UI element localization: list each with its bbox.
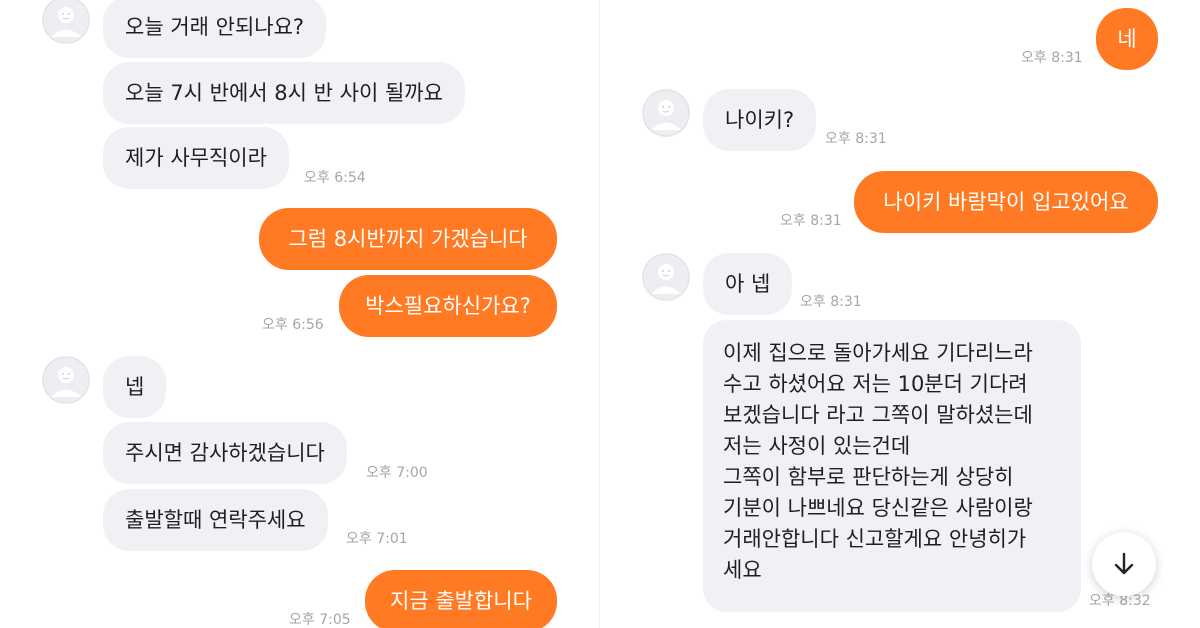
message-bubble-incoming[interactable]: 넵	[103, 356, 167, 418]
message-bubble-incoming[interactable]: 주시면 감사하겠습니다	[103, 422, 347, 484]
message-line: 저는 사정이 있는건데	[723, 434, 911, 458]
message-bubble-incoming[interactable]: 제가 사무직이라	[103, 127, 289, 189]
sender-avatar[interactable]	[42, 356, 90, 404]
sender-avatar[interactable]	[642, 253, 690, 301]
message-timestamp: 오후 6:54	[304, 170, 366, 186]
default-profile-icon	[42, 356, 90, 404]
message-bubble-incoming[interactable]: 나이키?	[703, 89, 817, 151]
message-bubble-outgoing[interactable]: 지금 출발합니다	[365, 570, 557, 628]
message-line: 그쪽이 함부로 판단하는게 상당히	[723, 465, 1014, 489]
message-timestamp: 오후 8:31	[800, 294, 862, 310]
message-line: 이제 집으로 돌아가세요 기다리느라	[723, 341, 1033, 365]
message-timestamp: 오후 7:05	[289, 612, 351, 628]
sender-avatar[interactable]	[42, 0, 90, 44]
message-line: 거래안합니다 신고할게요 안녕히가	[723, 527, 1027, 551]
message-line: 기분이 나쁘네요 당신같은 사람이랑	[723, 496, 1033, 520]
default-profile-icon	[42, 0, 90, 44]
message-line: 세요	[723, 558, 762, 582]
default-profile-icon	[642, 89, 690, 137]
message-bubble-outgoing[interactable]: 네	[1096, 8, 1158, 70]
message-bubble-incoming[interactable]: 오늘 거래 안되나요?	[103, 0, 327, 58]
message-timestamp: 오후 7:01	[346, 531, 408, 547]
sender-avatar[interactable]	[642, 89, 690, 137]
message-timestamp: 오후 8:31	[1021, 50, 1083, 66]
message-bubble-incoming-long[interactable]: 이제 집으로 돌아가세요 기다리느라 수고 하셨어요 저는 10분더 기다려 보…	[703, 320, 1081, 612]
message-bubble-outgoing[interactable]: 박스필요하신가요?	[339, 275, 557, 337]
message-timestamp: 오후 8:31	[780, 213, 842, 229]
message-timestamp: 오후 8:31	[825, 131, 887, 147]
message-line: 보겠습니다 라고 그쪽이 말하셨는데	[723, 403, 1033, 427]
message-timestamp: 오후 7:00	[366, 465, 428, 481]
message-bubble-outgoing[interactable]: 그럼 8시반까지 가겠습니다	[259, 208, 557, 270]
message-bubble-incoming[interactable]: 출발할때 연락주세요	[103, 489, 328, 551]
chat-panel-left: 오늘 거래 안되나요? 오늘 7시 반에서 8시 반 사이 될까요 제가 사무직…	[0, 0, 600, 628]
arrow-down-icon	[1114, 552, 1134, 575]
message-bubble-outgoing[interactable]: 나이키 바람막이 입고있어요	[854, 171, 1158, 233]
chat-panel-right: 네 오후 8:31 나이키? 오후 8:31 나이키 바람막이 입고있어요 오후…	[600, 0, 1200, 628]
message-bubble-incoming[interactable]: 오늘 7시 반에서 8시 반 사이 될까요	[103, 62, 465, 124]
message-timestamp: 오후 6:56	[262, 317, 324, 333]
default-profile-icon	[642, 253, 690, 301]
scroll-to-bottom-button[interactable]	[1092, 532, 1156, 596]
message-bubble-incoming[interactable]: 아 넵	[703, 253, 793, 315]
message-line: 수고 하셨어요 저는 10분더 기다려	[723, 372, 1028, 396]
